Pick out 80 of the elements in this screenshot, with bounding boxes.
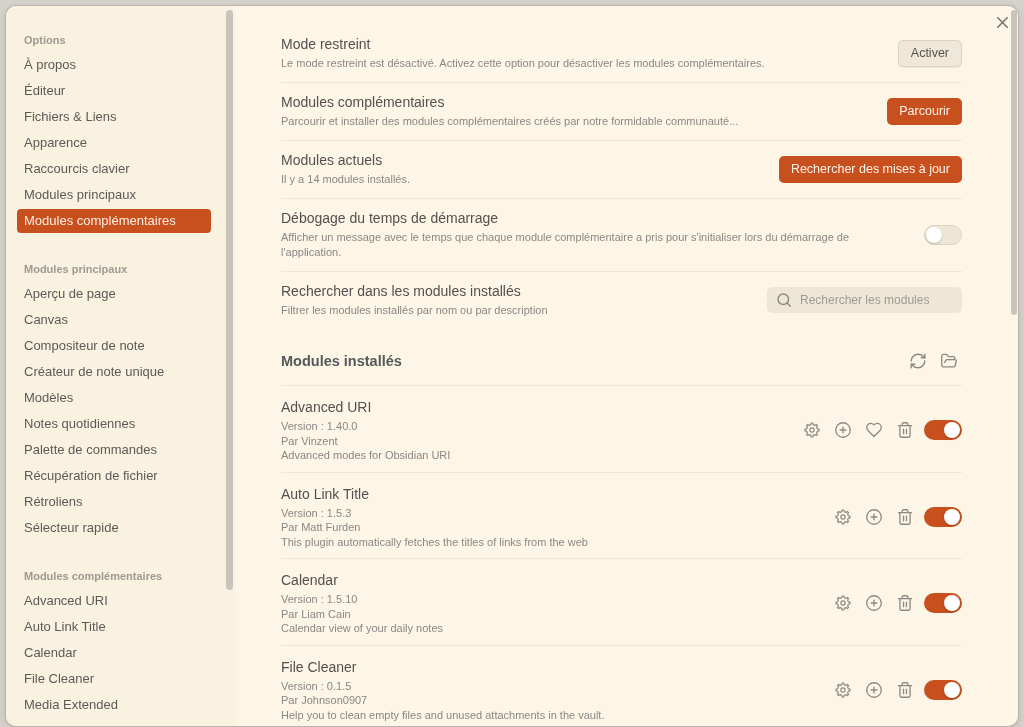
sidebar-item[interactable]: File Cleaner xyxy=(17,667,211,691)
setting-title: Mode restreint xyxy=(281,35,372,53)
setting-description: Parcourir et installer des modules complémentaires créés par notre formidable communauté... xyxy=(281,114,740,129)
sidebar-item[interactable]: Modules principaux xyxy=(17,183,211,207)
plugin-name: Advanced URI xyxy=(281,398,373,416)
sidebar-item[interactable]: Advanced URI xyxy=(17,589,211,613)
sidebar-item[interactable]: Notes quotidiennes xyxy=(17,412,211,436)
scrollbar-thumb[interactable] xyxy=(1011,10,1017,315)
plus-circle-icon[interactable] xyxy=(866,508,882,525)
sidebar-item[interactable]: Raccourcis clavier xyxy=(17,157,211,181)
sidebar-item[interactable]: Calendar xyxy=(17,641,211,665)
search-icon xyxy=(777,293,791,307)
sidebar-item[interactable]: Fichiers & Liens xyxy=(17,105,211,129)
sidebar-item[interactable]: Aperçu de page xyxy=(17,282,211,306)
trash-icon[interactable] xyxy=(897,422,913,439)
sidebar-item[interactable]: Récupération de fichier xyxy=(17,464,211,488)
sidebar-heading: Options xyxy=(23,33,67,48)
sidebar-item[interactable]: À propos xyxy=(17,53,211,77)
close-icon[interactable] xyxy=(997,17,1008,28)
setting-description: Le mode restreint est désactivé. Activez cette option pour désactiver les modules complémentaires. xyxy=(281,56,766,71)
plus-circle-icon[interactable] xyxy=(866,595,882,612)
plugin-description: This plugin automatically fetches the titles of links from the web xyxy=(281,534,589,549)
setting-title: Modules complémentaires xyxy=(281,93,446,111)
sidebar-item[interactable]: Apparence xyxy=(17,131,211,155)
setting-description: Il y a 14 modules installés. xyxy=(281,172,411,187)
plugin-description: Calendar view of your daily notes xyxy=(281,621,445,636)
sidebar-heading: Modules principaux xyxy=(23,262,129,277)
plus-circle-icon[interactable] xyxy=(835,422,851,439)
toggle-switch[interactable] xyxy=(924,506,962,527)
setting-description: Afficher un message avec le temps que chaque module complémentaire a pris pour s'initialiser lors du démarrage de l'application. xyxy=(281,230,851,260)
sidebar-item[interactable]: Éditeur xyxy=(17,79,211,103)
sidebar-item[interactable]: Créateur de note unique xyxy=(17,360,211,384)
setting-description: Filtrer les modules installés par nom ou par description xyxy=(281,303,549,318)
plugin-author: Par Liam Cain xyxy=(281,606,352,621)
sidebar-item[interactable]: Media Extended xyxy=(17,693,211,717)
plugin-description: Help you to clean empty files and unused attachments in the vault. xyxy=(281,707,606,722)
setting-button[interactable]: Parcourir xyxy=(887,97,962,125)
plugin-version: Version : 0.1.5 xyxy=(281,678,353,693)
sidebar-item[interactable]: Sélecteur rapide xyxy=(17,516,211,540)
sidebar-item[interactable]: Rétroliens xyxy=(17,490,211,514)
trash-icon[interactable] xyxy=(897,508,913,525)
sidebar-heading: Modules complémentaires xyxy=(23,569,164,584)
folder-icon[interactable] xyxy=(941,353,957,369)
trash-icon[interactable] xyxy=(897,595,913,612)
plugin-name: File Cleaner xyxy=(281,657,358,676)
plugin-author: Par Matt Furden xyxy=(281,520,362,535)
refresh-icon[interactable] xyxy=(910,353,926,369)
trash-icon[interactable] xyxy=(897,681,913,698)
plugin-version: Version : 1.5.10 xyxy=(281,592,359,607)
settings-icon[interactable] xyxy=(804,422,820,439)
toggle-switch[interactable] xyxy=(924,679,962,700)
section-heading: Modules installés xyxy=(281,352,402,371)
plugin-author: Par Vinzent xyxy=(281,433,339,448)
sidebar-item[interactable]: Modules complémentaires xyxy=(17,209,211,233)
plugin-version: Version : 1.5.3 xyxy=(281,505,353,520)
settings-icon[interactable] xyxy=(835,595,851,612)
plugin-version: Version : 1.40.0 xyxy=(281,419,359,434)
toggle-switch[interactable] xyxy=(924,420,962,441)
setting-title: Débogage du temps de démarrage xyxy=(281,209,500,227)
heart-icon[interactable] xyxy=(866,422,882,439)
plugin-name: Auto Link Title xyxy=(281,484,370,503)
setting-button[interactable]: Rechercher des mises à jour xyxy=(778,155,962,183)
settings-icon[interactable] xyxy=(835,681,851,698)
scrollbar-thumb[interactable] xyxy=(226,10,233,590)
setting-button[interactable]: Activer xyxy=(897,39,962,67)
sidebar-item[interactable]: Canvas xyxy=(17,308,211,332)
plugin-author: Par Johnson0907 xyxy=(281,693,369,708)
plus-circle-icon[interactable] xyxy=(866,681,882,698)
plugin-name: Calendar xyxy=(281,571,339,589)
toggle-switch[interactable] xyxy=(924,224,962,245)
settings-icon[interactable] xyxy=(835,508,851,525)
sidebar-item[interactable]: Compositeur de note xyxy=(17,334,211,358)
toggle-switch[interactable] xyxy=(924,593,962,614)
setting-title: Modules actuels xyxy=(281,151,384,169)
sidebar-item[interactable]: Modèles xyxy=(17,386,211,410)
search-field[interactable]: Rechercher les modules xyxy=(767,287,962,313)
plugin-description: Advanced modes for Obsidian URI xyxy=(281,448,452,463)
sidebar-item[interactable]: Palette de commandes xyxy=(17,438,211,462)
sidebar-item[interactable]: Auto Link Title xyxy=(17,615,211,639)
setting-title: Rechercher dans les modules installés xyxy=(281,282,522,300)
